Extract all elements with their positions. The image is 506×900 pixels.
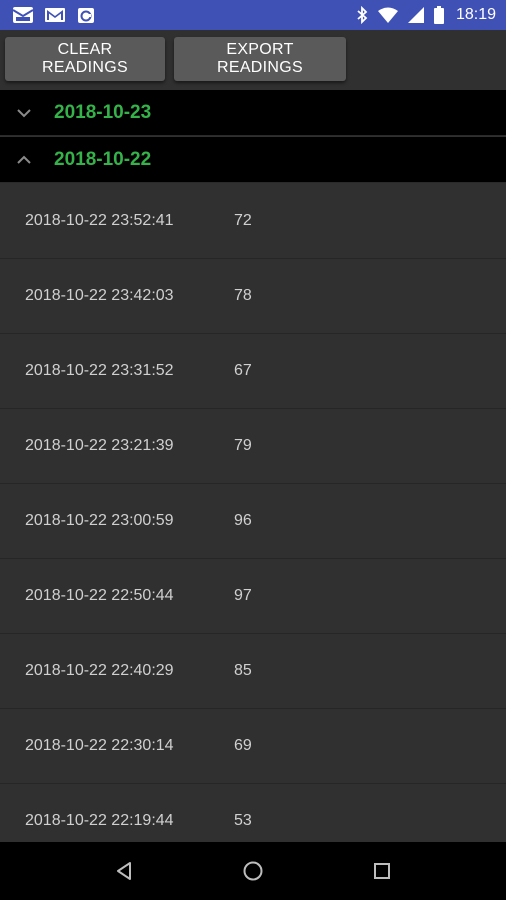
reading-value: 97 <box>234 587 252 604</box>
reading-timestamp: 2018-10-22 22:30:14 <box>25 737 174 754</box>
status-time: 18:19 <box>455 6 496 23</box>
reading-row[interactable]: 2018-10-22 22:50:44 97 <box>0 559 506 634</box>
chevron-up-icon <box>0 155 54 165</box>
reading-value: 53 <box>234 812 252 829</box>
reading-timestamp: 2018-10-22 23:00:59 <box>25 512 174 529</box>
reading-value: 78 <box>234 287 252 304</box>
reading-row[interactable]: 2018-10-22 23:00:59 96 <box>0 484 506 559</box>
wifi-icon <box>377 7 398 23</box>
recents-icon[interactable] <box>352 842 412 900</box>
status-bar: 18:19 <box>0 0 506 30</box>
battery-icon <box>433 6 444 24</box>
reading-timestamp: 2018-10-22 23:42:03 <box>25 287 174 304</box>
app-screen: 18:19 CLEAR READINGS EXPORT READINGS 201… <box>0 0 506 900</box>
inbox-icon <box>12 6 34 24</box>
reading-value: 72 <box>234 212 252 229</box>
reading-value: 69 <box>234 737 252 754</box>
reading-row[interactable]: 2018-10-22 23:52:41 72 <box>0 184 506 259</box>
chevron-down-icon <box>0 108 54 118</box>
bluetooth-icon <box>356 6 368 24</box>
cell-signal-icon <box>407 7 424 23</box>
group-date: 2018-10-22 <box>54 148 152 170</box>
action-toolbar: CLEAR READINGS EXPORT READINGS <box>0 30 506 88</box>
readings-list[interactable]: 2018-10-22 23:52:41 72 2018-10-22 23:42:… <box>0 184 506 859</box>
back-icon[interactable] <box>94 842 154 900</box>
reading-row[interactable]: 2018-10-22 22:40:29 85 <box>0 634 506 709</box>
navigation-bar <box>0 842 506 900</box>
reading-row[interactable]: 2018-10-22 22:30:14 69 <box>0 709 506 784</box>
clear-readings-button[interactable]: CLEAR READINGS <box>5 37 165 81</box>
reading-timestamp: 2018-10-22 22:19:44 <box>25 812 174 829</box>
system-icons: 18:19 <box>356 6 496 24</box>
export-readings-button[interactable]: EXPORT READINGS <box>174 37 346 81</box>
app-notification-icon <box>76 5 96 25</box>
home-icon[interactable] <box>223 842 283 900</box>
reading-value: 79 <box>234 437 252 454</box>
reading-row[interactable]: 2018-10-22 23:42:03 78 <box>0 259 506 334</box>
group-date: 2018-10-23 <box>54 101 152 123</box>
reading-timestamp: 2018-10-22 23:31:52 <box>25 362 174 379</box>
reading-timestamp: 2018-10-22 23:52:41 <box>25 212 174 229</box>
reading-value: 67 <box>234 362 252 379</box>
group-header-collapsed[interactable]: 2018-10-23 <box>0 90 506 136</box>
notification-icons <box>12 5 96 25</box>
reading-value: 96 <box>234 512 252 529</box>
reading-row[interactable]: 2018-10-22 23:31:52 67 <box>0 334 506 409</box>
reading-row[interactable]: 2018-10-22 23:21:39 79 <box>0 409 506 484</box>
reading-timestamp: 2018-10-22 22:40:29 <box>25 662 174 679</box>
reading-timestamp: 2018-10-22 22:50:44 <box>25 587 174 604</box>
group-header-expanded[interactable]: 2018-10-22 <box>0 137 506 183</box>
reading-timestamp: 2018-10-22 23:21:39 <box>25 437 174 454</box>
reading-value: 85 <box>234 662 252 679</box>
gmail-icon <box>44 6 66 24</box>
